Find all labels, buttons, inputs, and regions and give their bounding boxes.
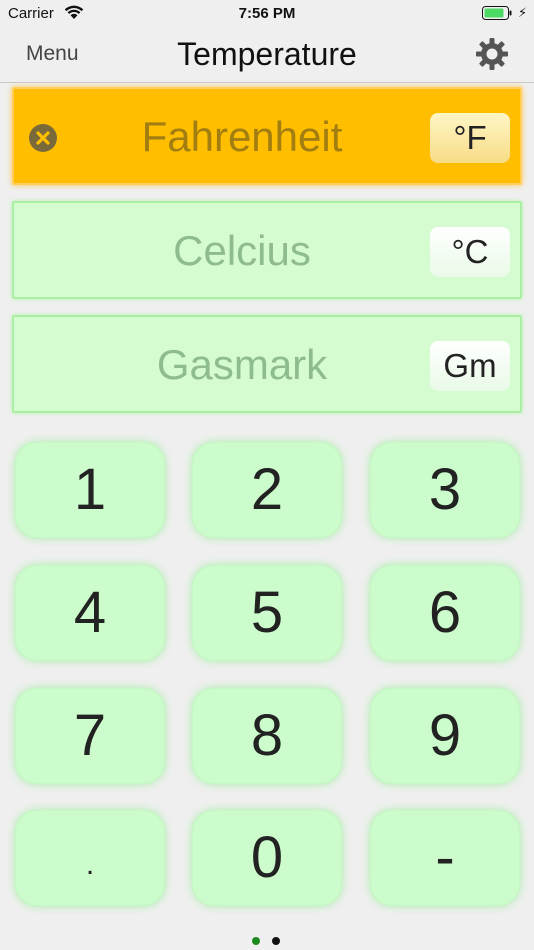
key-7[interactable]: 7: [15, 688, 165, 784]
status-bar: Carrier 7:56 PM ⚡: [0, 0, 534, 28]
unit-name: Celcius: [173, 227, 311, 274]
unit-name: Gasmark: [156, 341, 328, 388]
unit-row-gasmark[interactable]: Gasmark Gm: [12, 315, 522, 413]
unit-name: Fahrenheit: [141, 113, 343, 160]
key-minus[interactable]: -: [370, 810, 520, 906]
key-decimal[interactable]: .: [15, 810, 165, 906]
unit-row-celcius[interactable]: Celcius °C: [12, 201, 522, 299]
unit-symbol-button[interactable]: °F: [430, 113, 510, 163]
unit-row-fahrenheit[interactable]: Fahrenheit °F: [12, 87, 522, 185]
status-time: 7:56 PM: [238, 5, 296, 22]
page-indicator[interactable]: [252, 932, 292, 950]
key-3[interactable]: 3: [370, 442, 520, 538]
key-6[interactable]: 6: [370, 565, 520, 661]
unit-symbol-button[interactable]: °C: [430, 227, 510, 277]
unit-symbol-button[interactable]: Gm: [430, 341, 510, 391]
key-9[interactable]: 9: [370, 688, 520, 784]
nav-bar: Menu Temperature: [0, 28, 534, 83]
key-8[interactable]: 8: [192, 688, 342, 784]
key-2[interactable]: 2: [192, 442, 342, 538]
key-4[interactable]: 4: [15, 565, 165, 661]
key-5[interactable]: 5: [192, 565, 342, 661]
page-dot[interactable]: [272, 937, 280, 945]
page-title: Temperature: [177, 36, 357, 72]
charging-icon: ⚡: [518, 5, 528, 20]
key-1[interactable]: 1: [15, 442, 165, 538]
battery-icon: [482, 6, 512, 20]
page-dot-active[interactable]: [252, 937, 260, 945]
key-0[interactable]: 0: [192, 810, 342, 906]
gear-icon[interactable]: [475, 37, 509, 71]
